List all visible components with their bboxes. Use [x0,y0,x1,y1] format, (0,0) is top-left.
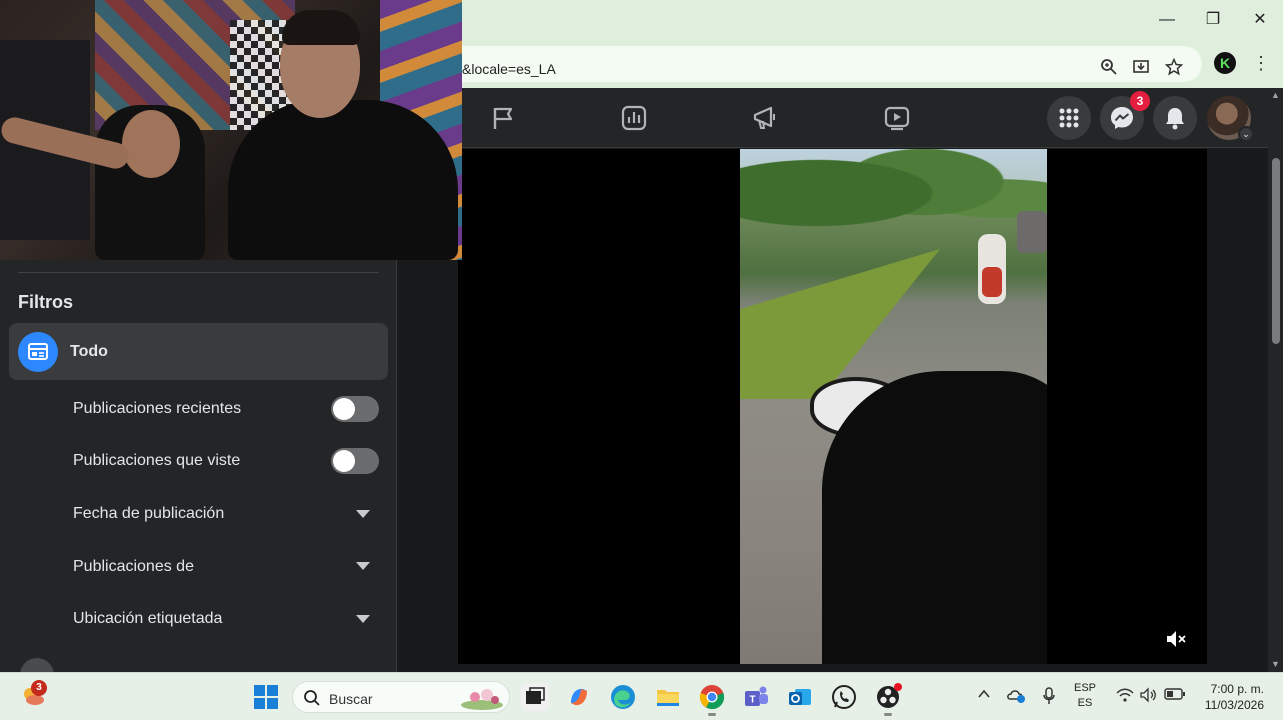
person-right [228,100,458,260]
clock-date: 11/03/2026 [1204,698,1264,712]
windows-taskbar: 3 Buscar T ESP ES 7:00 p. m. 11/03/2026 [0,672,1283,720]
filters-panel: Filtros Todo Publicaciones recientes Pub… [0,260,397,678]
obs-icon[interactable] [874,683,902,711]
edge-icon[interactable] [609,683,637,711]
file-explorer-icon[interactable] [654,683,682,711]
teams-icon[interactable]: T [742,683,770,711]
screen: — ❐ ✕ &locale=es_LA K ⋮ 3 ⌄ Filtros Todo… [0,0,1283,720]
bookmark-star-icon[interactable] [1163,57,1185,80]
task-view-icon[interactable] [521,683,549,711]
video-icon[interactable] [883,104,911,132]
more-menu-icon[interactable]: ⋮ [1252,52,1270,74]
microphone-icon[interactable] [1042,687,1056,708]
address-field[interactable]: &locale=es_LA [462,46,1202,82]
close-button[interactable]: ✕ [1248,8,1272,32]
language-code: ESP [1074,682,1097,694]
clock-time: 7:00 p. m. [1210,682,1264,696]
bell-icon [1166,108,1184,130]
scroll-down-icon[interactable]: ▼ [1271,659,1280,669]
mute-icon[interactable] [1164,628,1188,655]
windows-start-icon[interactable] [254,685,278,709]
filter-recent-label: Publicaciones recientes [73,400,242,417]
whatsapp-icon[interactable] [830,683,858,711]
filters-title: Filtros [18,292,74,312]
facebook-header: 3 ⌄ [462,88,1283,148]
keyboard-layout: ES [1077,697,1093,709]
video-player[interactable] [458,149,1207,664]
toggle-knob [333,398,355,420]
filter-posts-from-dropdown[interactable]: Publicaciones de [73,558,194,576]
filter-all[interactable]: Todo [9,323,388,380]
weather-badge: 3 [31,680,47,696]
system-clock[interactable]: 7:00 p. m. 11/03/2026 [1196,681,1264,713]
obs-active-indicator [884,713,892,716]
panel-divider [18,272,379,273]
onedrive-icon[interactable] [1006,687,1026,706]
insights-icon[interactable] [620,104,648,132]
scroll-up-icon[interactable]: ▲ [1271,90,1280,100]
webcam-overlay [0,0,462,260]
page-scrollbar[interactable]: ▲ ▼ [1268,88,1283,672]
filter-all-label: Todo [70,343,108,360]
show-hidden-icons-chevron-icon[interactable] [977,687,991,704]
wifi-icon[interactable] [1116,687,1134,706]
menu-grid-button[interactable] [1047,96,1091,140]
taskbar-search[interactable]: Buscar [292,681,510,713]
input-language-indicator[interactable]: ESP ES [1074,681,1096,711]
chrome-icon[interactable] [698,683,726,711]
browser-titlebar: — ❐ ✕ [462,0,1283,40]
caret-down-icon[interactable] [356,615,370,623]
browser-toolbar: &locale=es_LA K ⋮ [462,40,1283,88]
profile-avatar-button[interactable]: K [1214,52,1236,74]
megaphone-icon[interactable] [751,104,779,132]
chevron-down-icon[interactable]: ⌄ [1238,126,1254,142]
url-text: &locale=es_LA [462,61,556,77]
person-left-face [122,110,180,178]
video-frame [740,149,1047,664]
search-highlight-icon [461,689,503,710]
copilot-icon[interactable] [565,683,593,711]
caret-down-icon[interactable] [356,510,370,518]
video-car [1017,211,1047,253]
video-motorbike [982,267,1002,297]
svg-text:T: T [749,695,755,706]
search-placeholder: Buscar [329,691,373,707]
chrome-active-indicator [708,713,716,716]
filter-recent-toggle[interactable] [331,396,379,422]
filter-seen-toggle[interactable] [331,448,379,474]
video-rider-shoulder [822,371,1047,664]
notifications-button[interactable] [1153,96,1197,140]
caret-down-icon[interactable] [356,562,370,570]
filter-location-dropdown[interactable]: Ubicación etiquetada [73,610,222,628]
volume-icon[interactable] [1140,687,1158,706]
flag-icon[interactable] [489,104,517,132]
filter-date-dropdown[interactable]: Fecha de publicación [73,505,224,523]
feed-icon [18,332,58,372]
install-app-icon[interactable] [1130,58,1152,80]
minimize-button[interactable]: — [1155,8,1179,32]
battery-icon[interactable] [1164,687,1186,704]
filter-seen-label: Publicaciones que viste [73,452,241,469]
scroll-thumb[interactable] [1272,158,1280,344]
grid-icon [1059,108,1079,128]
search-results-area [397,149,1283,672]
maximize-button[interactable]: ❐ [1201,8,1225,32]
person-right-hair [282,10,360,45]
messenger-badge: 3 [1130,91,1150,111]
zoom-icon[interactable] [1098,58,1120,80]
outlook-icon[interactable] [786,683,814,711]
toggle-knob [333,450,355,472]
search-icon [304,690,320,706]
